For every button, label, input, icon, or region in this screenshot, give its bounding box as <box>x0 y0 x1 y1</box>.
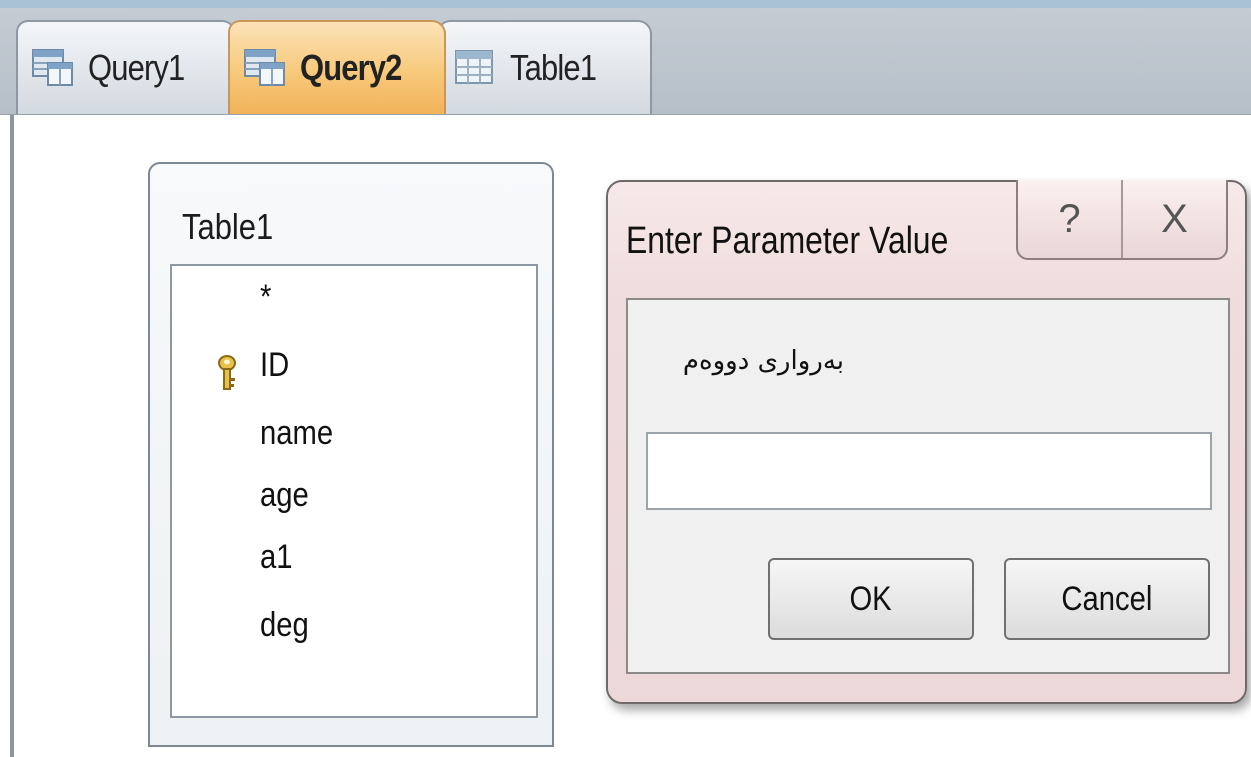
tab-bar-top-border <box>0 0 1251 8</box>
tab-table1[interactable]: Table1 <box>438 20 652 114</box>
tab-label: Query1 <box>88 47 185 88</box>
help-button[interactable]: ? <box>1018 180 1123 258</box>
field-item-age[interactable]: age <box>260 476 309 515</box>
field-list[interactable]: * ID name age a1 deg <box>170 264 538 718</box>
ok-button-label: OK <box>849 579 893 618</box>
tab-label: Query2 <box>300 47 402 88</box>
field-item-id[interactable]: ID <box>260 346 289 385</box>
query-icon <box>244 49 285 86</box>
primary-key-icon <box>218 355 236 390</box>
workspace-left-border <box>10 115 14 757</box>
cancel-button[interactable]: Cancel <box>1004 558 1210 640</box>
tab-label: Table1 <box>510 47 597 88</box>
object-tab-bar: Query1 Query2 Table1 <box>0 0 1251 115</box>
ok-button[interactable]: OK <box>768 558 974 640</box>
tab-query2[interactable]: Query2 <box>228 20 446 114</box>
table-field-list-window[interactable]: Table1 * ID name age a1 deg <box>148 162 554 747</box>
parameter-value-input[interactable] <box>646 432 1212 510</box>
dialog-body: بەرواری دووەم OK Cancel <box>626 298 1230 674</box>
dialog-title-buttons: ? X <box>1016 180 1228 260</box>
parameter-prompt: بەرواری دووەم <box>682 346 844 376</box>
close-button[interactable]: X <box>1123 180 1226 258</box>
cancel-button-label: Cancel <box>1061 579 1153 618</box>
table-icon <box>455 50 493 84</box>
query-icon <box>32 49 73 86</box>
field-item-a1[interactable]: a1 <box>260 538 293 577</box>
help-icon: ? <box>1058 196 1081 241</box>
close-icon: X <box>1161 196 1188 241</box>
tab-query1[interactable]: Query1 <box>16 20 236 114</box>
enter-parameter-value-dialog: Enter Parameter Value ? X بەرواری دووەم … <box>606 180 1247 704</box>
dialog-title: Enter Parameter Value <box>626 220 949 262</box>
field-item-all[interactable]: * <box>260 278 271 317</box>
table-window-title: Table1 <box>182 206 274 247</box>
field-item-deg[interactable]: deg <box>260 606 309 645</box>
field-item-name[interactable]: name <box>260 414 333 453</box>
